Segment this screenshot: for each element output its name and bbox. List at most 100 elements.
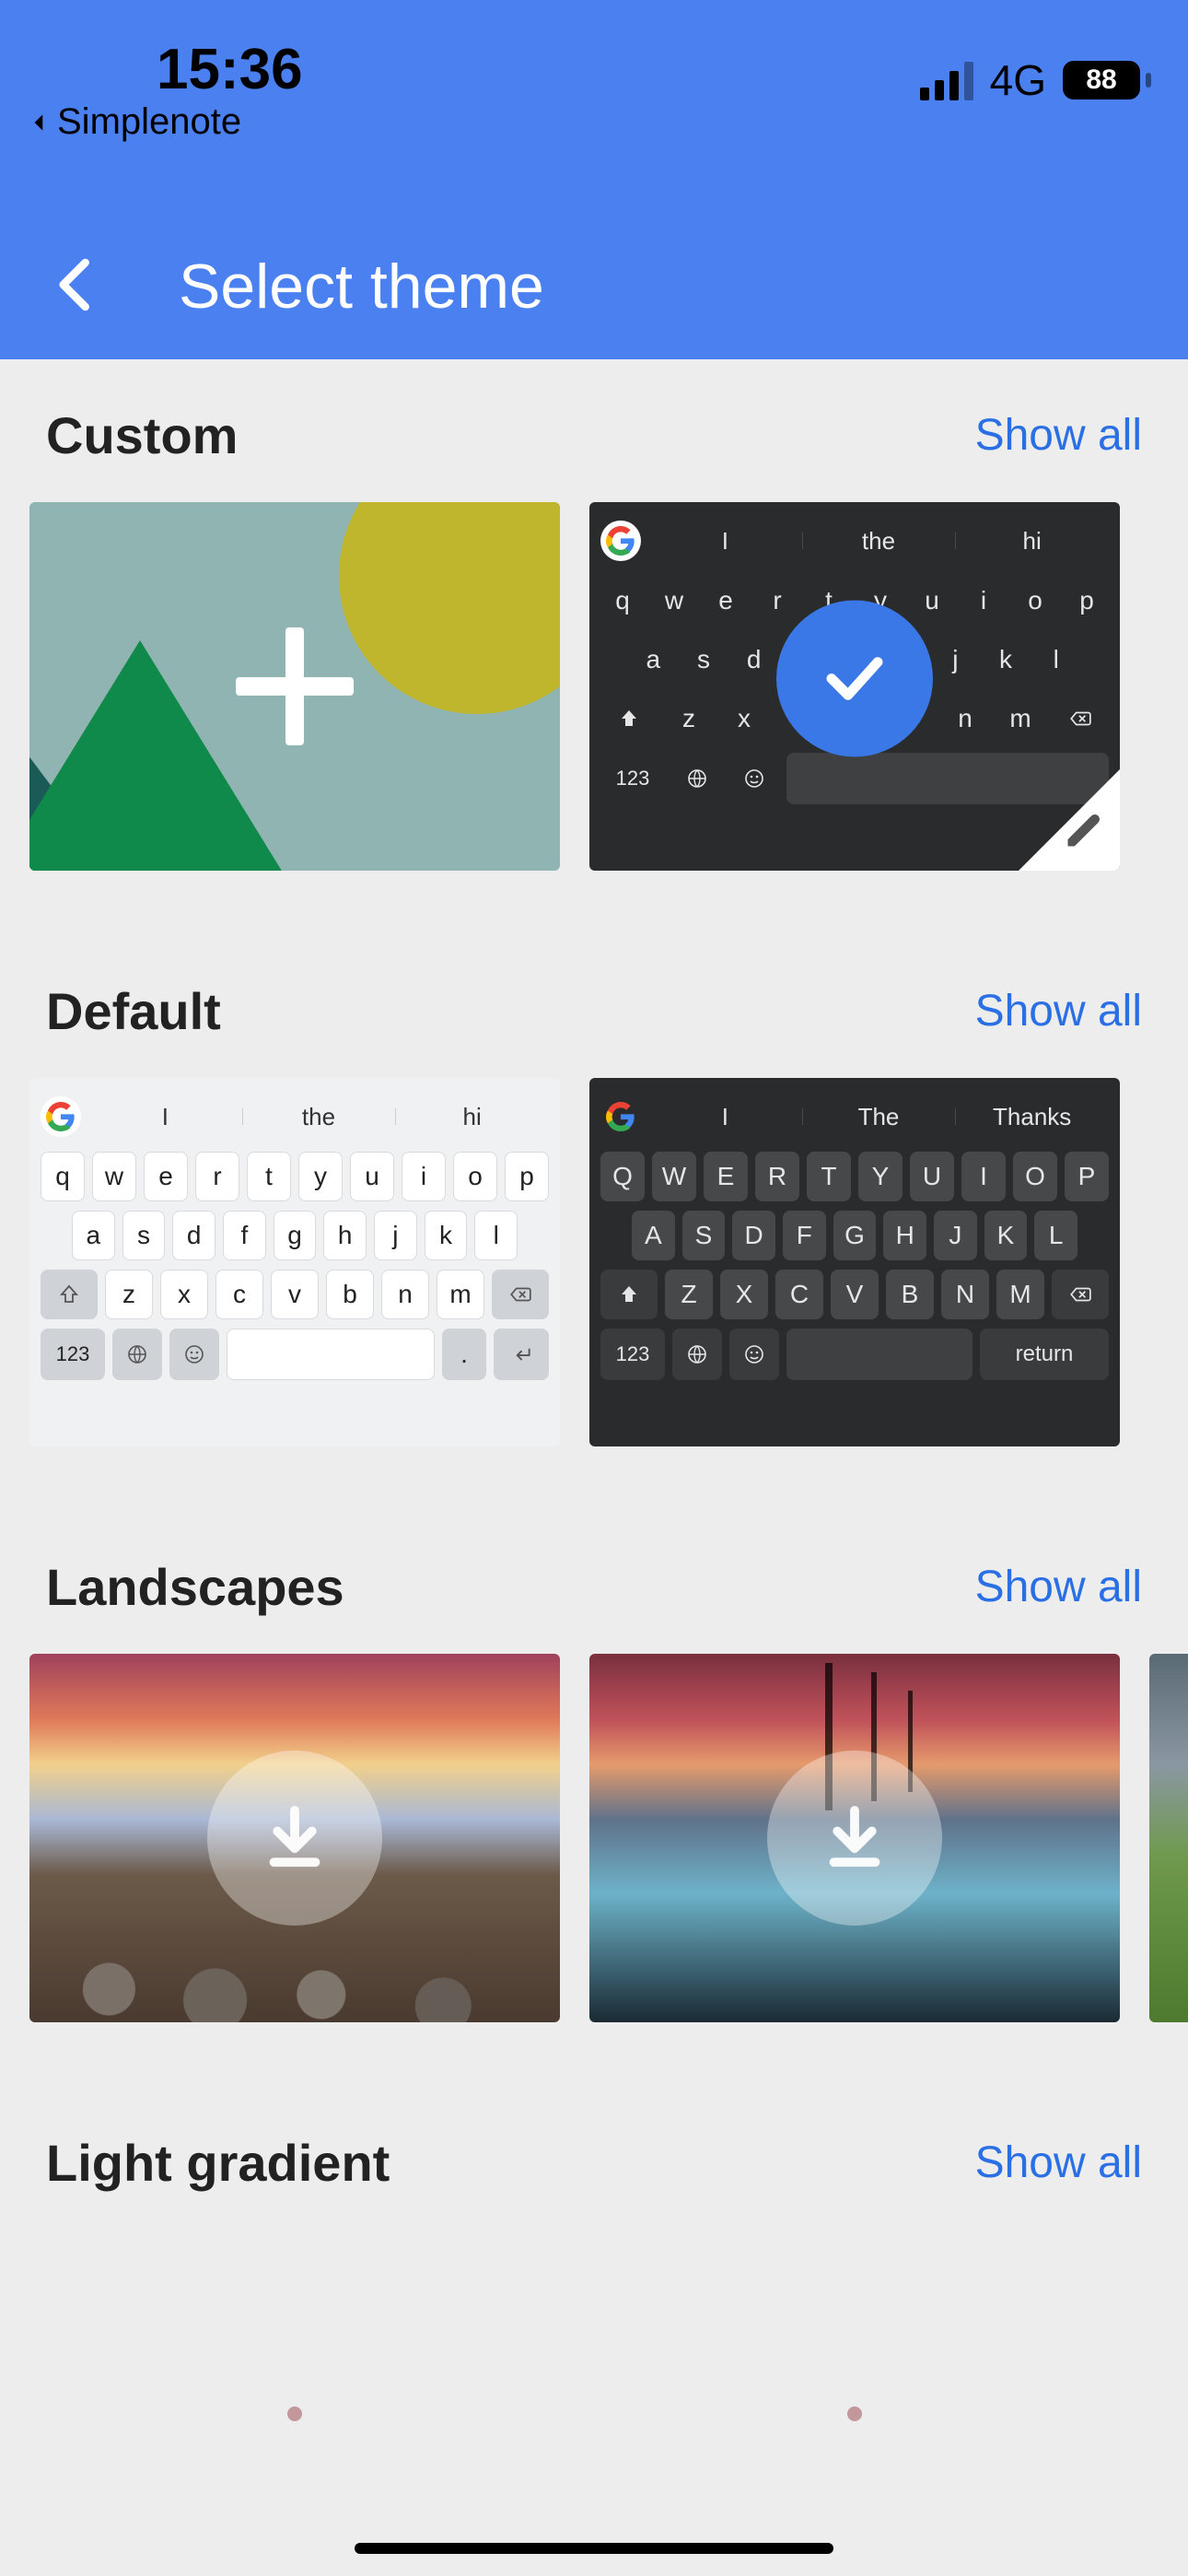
key: c	[215, 1270, 263, 1319]
section-title-light-gradient: Light gradient	[46, 2133, 390, 2193]
theme-tile-default-dark[interactable]: I The Thanks QWERTYUIOP ASDFGHJKL ZXCVBN…	[589, 1078, 1120, 1446]
theme-tile-default-light[interactable]: I the hi qwertyuiop asdfghjkl zxcvbnm	[29, 1078, 560, 1446]
key: z	[665, 694, 713, 744]
breadcrumb-back-to-app[interactable]: Simplenote	[28, 101, 241, 143]
globe-key-icon	[112, 1329, 162, 1380]
key: D	[732, 1211, 775, 1260]
key: p	[1065, 576, 1109, 626]
return-key: return	[980, 1329, 1109, 1380]
key: J	[934, 1211, 977, 1260]
backspace-key-icon	[1052, 694, 1109, 744]
key: n	[941, 694, 989, 744]
numeric-key: 123	[41, 1329, 105, 1380]
backspace-key-icon	[492, 1270, 549, 1319]
emoji-key-icon	[729, 1329, 779, 1380]
key: r	[755, 576, 799, 626]
theme-tile-gradient-1[interactable]	[29, 2230, 560, 2576]
key: a	[72, 1211, 115, 1260]
key: N	[941, 1270, 989, 1319]
sun-icon	[339, 502, 560, 714]
emoji-key-icon	[729, 753, 779, 804]
key: z	[105, 1270, 153, 1319]
key: m	[437, 1270, 484, 1319]
section-custom: Custom Show all I	[0, 405, 1188, 871]
key: Y	[858, 1152, 903, 1201]
suggestion: the	[242, 1103, 396, 1131]
key: p	[505, 1152, 549, 1201]
key: C	[775, 1270, 823, 1319]
key: u	[910, 576, 954, 626]
loading-indicator-icon	[847, 2406, 862, 2421]
show-all-landscapes[interactable]: Show all	[975, 1562, 1142, 1612]
section-default: Default Show all I the hi	[0, 981, 1188, 1446]
key: V	[831, 1270, 879, 1319]
section-title-default: Default	[46, 981, 221, 1041]
mountain-icon	[29, 640, 287, 871]
key: A	[632, 1211, 675, 1260]
chevron-left-icon	[46, 255, 105, 314]
key: d	[172, 1211, 215, 1260]
theme-tile-selected-dark[interactable]: I the hi qwertyuiop asdfghjkl zxcvbnm	[589, 502, 1120, 871]
key: s	[122, 1211, 166, 1260]
download-icon	[207, 1751, 382, 1926]
status-right: 4G 88	[920, 55, 1151, 105]
edit-theme-button[interactable]	[1063, 811, 1103, 858]
show-all-custom[interactable]: Show all	[975, 410, 1142, 461]
page-title: Select theme	[179, 251, 544, 322]
key: m	[996, 694, 1044, 744]
period-key: .	[442, 1329, 486, 1380]
key: g	[274, 1211, 317, 1260]
section-landscapes: Landscapes Show all	[0, 1557, 1188, 2022]
globe-key-icon	[672, 753, 722, 804]
suggestion: I	[648, 1103, 802, 1131]
shift-key-icon	[41, 1270, 98, 1319]
selected-check-icon	[776, 601, 933, 757]
key: P	[1065, 1152, 1109, 1201]
key: u	[350, 1152, 394, 1201]
section-title-landscapes: Landscapes	[46, 1557, 344, 1617]
suggestion: hi	[955, 527, 1109, 556]
app-header: 15:36 Simplenote 4G 88 Select theme	[0, 0, 1188, 359]
theme-tile-landscape-2[interactable]	[589, 1654, 1120, 2022]
google-logo-icon	[41, 1096, 81, 1137]
screen: 15:36 Simplenote 4G 88 Select theme Cust…	[0, 0, 1188, 2576]
shift-key-icon	[600, 1270, 658, 1319]
show-all-light-gradient[interactable]: Show all	[975, 2137, 1142, 2188]
add-custom-theme-tile[interactable]	[29, 502, 560, 871]
back-button[interactable]	[46, 255, 105, 319]
key: S	[682, 1211, 726, 1260]
key: i	[961, 576, 1006, 626]
key: E	[704, 1152, 748, 1201]
theme-tile-landscape-1[interactable]	[29, 1654, 560, 2022]
status-time: 15:36	[157, 37, 303, 102]
key: G	[833, 1211, 877, 1260]
key: B	[886, 1270, 934, 1319]
key: r	[195, 1152, 239, 1201]
key: I	[961, 1152, 1006, 1201]
theme-tile-landscape-3[interactable]	[1149, 1654, 1188, 2022]
battery-indicator: 88	[1063, 61, 1151, 100]
cellular-signal-icon	[920, 60, 973, 100]
suggestion: the	[802, 527, 956, 556]
breadcrumb-label: Simplenote	[57, 101, 241, 143]
key: Q	[600, 1152, 645, 1201]
home-indicator[interactable]	[355, 2543, 833, 2554]
google-logo-icon	[600, 521, 641, 561]
key: n	[381, 1270, 429, 1319]
numeric-key: 123	[600, 1329, 665, 1380]
key: x	[160, 1270, 208, 1319]
space-key	[786, 1329, 973, 1380]
key: R	[755, 1152, 799, 1201]
key: y	[298, 1152, 343, 1201]
suggestion: I	[648, 527, 802, 556]
key: F	[783, 1211, 826, 1260]
numeric-key: 123	[600, 753, 665, 804]
theme-tile-gradient-2[interactable]	[589, 2230, 1120, 2576]
key: k	[984, 635, 1028, 685]
key: U	[910, 1152, 954, 1201]
key: X	[720, 1270, 768, 1319]
suggestion: I	[88, 1103, 242, 1131]
key: i	[402, 1152, 446, 1201]
show-all-default[interactable]: Show all	[975, 986, 1142, 1036]
battery-percent: 88	[1063, 61, 1140, 100]
